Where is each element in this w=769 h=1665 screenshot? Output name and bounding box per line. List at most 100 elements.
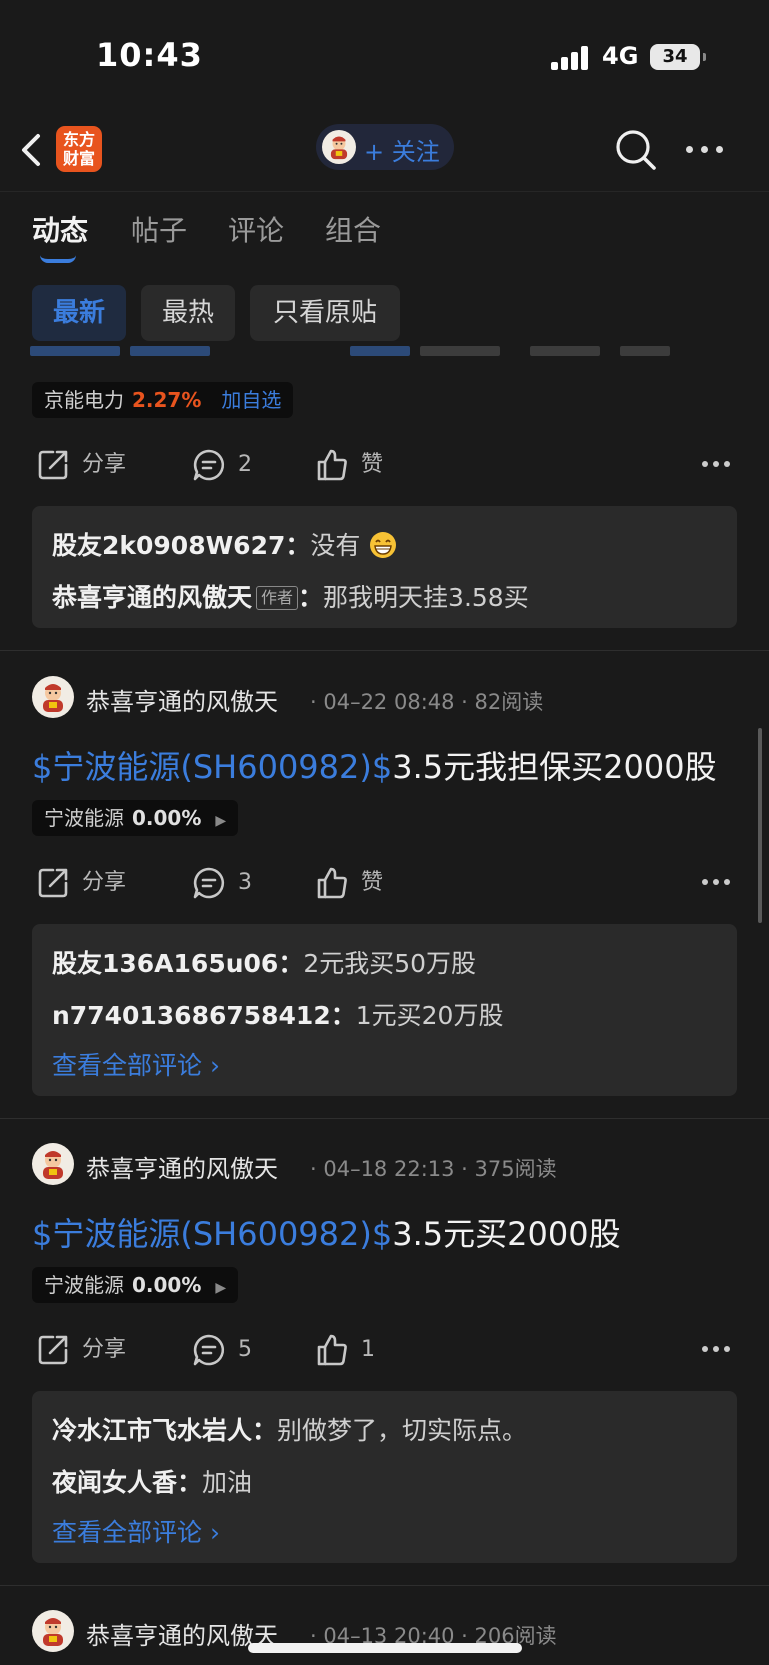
- view-all-comments-link[interactable]: 查看全部评论 ›: [52, 1513, 220, 1549]
- filter-hot[interactable]: 最热: [141, 285, 235, 341]
- like-label: 赞: [361, 452, 384, 477]
- comment-user[interactable]: 冷水江市飞水岩人: [52, 1416, 252, 1445]
- share-icon: [36, 1333, 70, 1367]
- comment-button[interactable]: 2: [192, 443, 292, 487]
- post-meta: · 04–18 22:13 · 375阅读: [310, 1157, 557, 1181]
- author-name[interactable]: 恭喜亨通的风傲天: [86, 1149, 278, 1184]
- view-all-comments-link[interactable]: 查看全部评论 ›: [52, 1046, 220, 1082]
- stock-tag[interactable]: 京能电力 2.27% 加自选: [32, 382, 294, 418]
- tab-dynamics[interactable]: 动态: [32, 209, 88, 249]
- thumbs-up-icon: [315, 866, 349, 900]
- comment-user[interactable]: 股友2k0908W627: [52, 531, 285, 560]
- comment-text: 没有: [310, 531, 361, 560]
- comment-button[interactable]: 5: [192, 1328, 292, 1372]
- avatar[interactable]: [32, 676, 74, 718]
- app-logo: 东方 财富: [56, 126, 102, 172]
- post-title-text: 3.5元我担保买2000股: [392, 748, 717, 786]
- comment-preview-box[interactable]: 股友2k0908W627：没有 恭喜亨通的风傲天 作者 ：那我明天挂3.58买: [32, 506, 737, 628]
- filter-latest[interactable]: 最新: [32, 285, 126, 341]
- comment-line: 夜闻女人香：加油: [52, 1468, 253, 1497]
- thumbs-up-icon: [315, 448, 349, 482]
- comment-text: 加油: [202, 1468, 253, 1497]
- follow-label: + 关注: [364, 138, 440, 166]
- comment-user[interactable]: 股友136A165u06: [52, 949, 278, 978]
- filter-chips: 最新 最热 只看原贴: [0, 285, 769, 341]
- post-divider: [0, 1585, 769, 1586]
- scrollbar[interactable]: [758, 728, 762, 923]
- tab-portfolio[interactable]: 组合: [325, 209, 381, 249]
- post-actions: 分享 2 赞: [0, 443, 769, 487]
- chevron-right-icon: ▶: [215, 813, 227, 829]
- post-more-icon[interactable]: [702, 461, 732, 469]
- share-icon: [36, 866, 70, 900]
- avatar[interactable]: [32, 1610, 74, 1652]
- like-button[interactable]: 赞: [315, 861, 415, 905]
- like-label: 赞: [361, 870, 384, 895]
- post-title-text: 3.5元买2000股: [392, 1215, 621, 1253]
- post-title[interactable]: $宁波能源(SH600982)$3.5元买2000股: [32, 1209, 621, 1255]
- share-icon: [36, 448, 70, 482]
- stock-change: 0.00%: [132, 806, 202, 830]
- stock-change: 0.00%: [132, 1273, 202, 1297]
- logo-text-top: 东方: [62, 130, 95, 149]
- comment-icon: [192, 866, 226, 900]
- back-arrow-icon[interactable]: [18, 130, 46, 170]
- post-divider: [0, 1118, 769, 1119]
- stock-name: 京能电力: [44, 388, 124, 412]
- search-icon[interactable]: [614, 128, 658, 172]
- top-nav-bar: 东方 财富 + 关注: [0, 110, 769, 192]
- clipped-post-title: [30, 346, 690, 358]
- comment-count: 5: [238, 1337, 252, 1362]
- post-more-icon[interactable]: [702, 879, 732, 887]
- like-button[interactable]: 1: [315, 1328, 415, 1372]
- active-tab-indicator: [40, 255, 76, 263]
- post-actions: 分享 3 赞: [0, 861, 769, 905]
- stock-tag[interactable]: 宁波能源 0.00% ▶: [32, 800, 239, 836]
- post-divider: [0, 650, 769, 651]
- filter-original-only[interactable]: 只看原贴: [250, 285, 400, 341]
- post-more-icon[interactable]: [702, 1346, 732, 1354]
- share-label: 分享: [82, 870, 127, 895]
- status-bar: 10:43 4G 34: [0, 0, 769, 110]
- like-count: 1: [361, 1337, 375, 1362]
- logo-text-bottom: 财富: [62, 149, 95, 168]
- author-badge: 作者: [256, 586, 299, 610]
- stock-change: 2.27%: [132, 388, 202, 412]
- comment-line: n774013686758412：1元买20万股: [52, 1001, 504, 1030]
- stock-tag[interactable]: 宁波能源 0.00% ▶: [32, 1267, 239, 1303]
- add-watchlist-button[interactable]: 加自选: [221, 388, 281, 412]
- share-button[interactable]: 分享: [36, 861, 156, 905]
- share-button[interactable]: 分享: [36, 443, 156, 487]
- more-options-icon[interactable]: [686, 146, 726, 156]
- profile-tabs: 动态 帖子 评论 组合: [0, 205, 769, 265]
- stock-name: 宁波能源: [44, 1273, 124, 1297]
- comment-button[interactable]: 3: [192, 861, 292, 905]
- tab-posts[interactable]: 帖子: [131, 209, 187, 249]
- comment-line: 冷水江市飞水岩人：别做梦了，切实际点。: [52, 1416, 528, 1445]
- share-label: 分享: [82, 1337, 127, 1362]
- comment-user[interactable]: n774013686758412: [52, 1001, 331, 1030]
- author-name[interactable]: 恭喜亨通的风傲天: [86, 682, 278, 717]
- comment-user[interactable]: 夜闻女人香: [52, 1468, 177, 1497]
- avatar[interactable]: [32, 1143, 74, 1185]
- home-indicator[interactable]: [248, 1643, 522, 1653]
- stock-link[interactable]: $宁波能源(SH600982)$: [32, 748, 392, 786]
- comment-preview-box[interactable]: 股友136A165u06：2元我买50万股 n774013686758412：1…: [32, 924, 737, 1096]
- post-meta: · 04–22 08:48 · 82阅读: [310, 690, 544, 714]
- follow-button[interactable]: + 关注: [316, 124, 454, 170]
- stock-name: 宁波能源: [44, 806, 124, 830]
- chevron-right-icon: ▶: [215, 1280, 227, 1296]
- like-button[interactable]: 赞: [315, 443, 415, 487]
- avatar: [322, 130, 356, 164]
- comment-preview-box[interactable]: 冷水江市飞水岩人：别做梦了，切实际点。 夜闻女人香：加油 查看全部评论 ›: [32, 1391, 737, 1563]
- comment-line: 股友136A165u06：2元我买50万股: [52, 949, 477, 978]
- signal-icon: [551, 46, 591, 70]
- comment-user[interactable]: 恭喜亨通的风傲天: [52, 583, 252, 612]
- tab-comments[interactable]: 评论: [228, 209, 284, 249]
- post-title[interactable]: $宁波能源(SH600982)$3.5元我担保买2000股: [32, 742, 717, 788]
- comment-text: 1元买20万股: [355, 1001, 504, 1030]
- share-label: 分享: [82, 452, 127, 477]
- stock-link[interactable]: $宁波能源(SH600982)$: [32, 1215, 392, 1253]
- share-button[interactable]: 分享: [36, 1328, 156, 1372]
- comment-count: 2: [238, 452, 252, 477]
